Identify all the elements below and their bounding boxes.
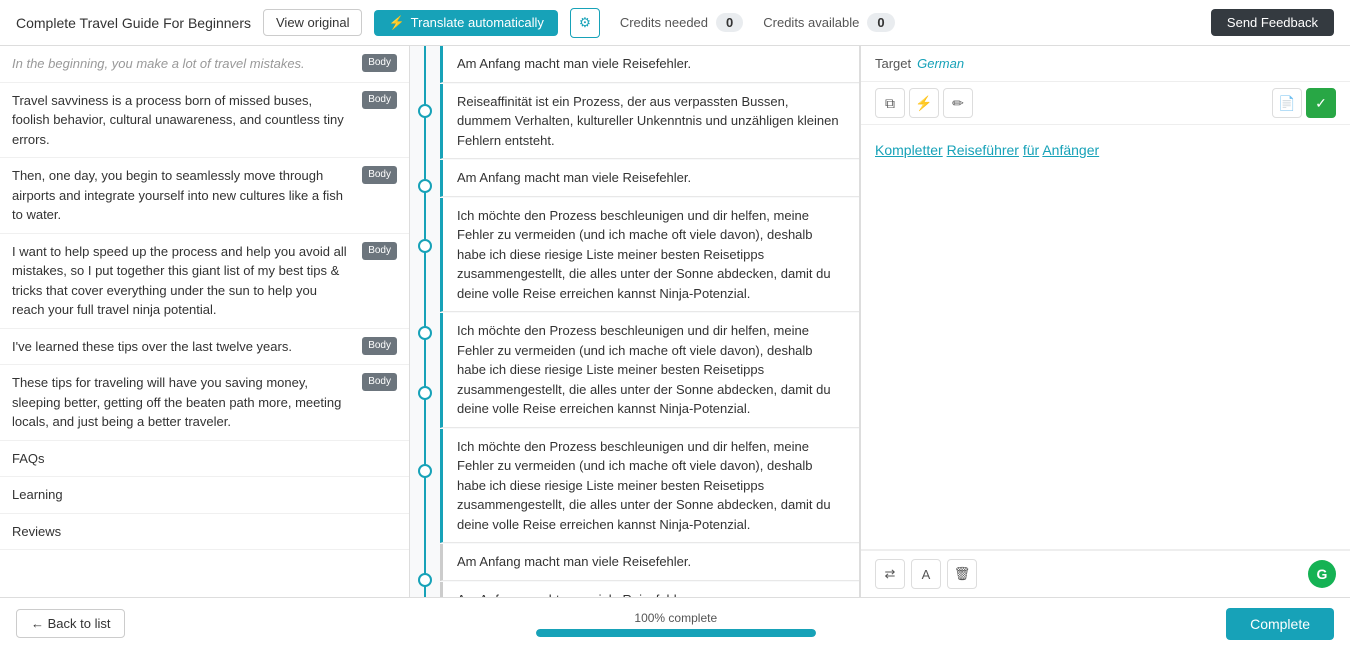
progress-bar-fill [536, 629, 816, 637]
delete-translation-button[interactable]: 🗑 [947, 559, 977, 589]
auto-translate-button[interactable]: ⚡ [909, 88, 939, 118]
body-badge: Body [362, 337, 397, 355]
timeline-dot [418, 326, 432, 340]
source-row: I've learned these tips over the last tw… [0, 329, 409, 366]
editor-link-1[interactable]: Kompletter [875, 142, 943, 158]
source-text: I want to help speed up the process and … [12, 242, 358, 320]
credits-needed-label: Credits needed [620, 15, 708, 30]
bolt-icon: ⚡ [388, 15, 404, 31]
timeline-dot [418, 104, 432, 118]
gear-icon: ⚙ [579, 15, 591, 31]
language-switch-button[interactable]: A [911, 559, 941, 589]
source-text: Reviews [12, 522, 397, 542]
document-view-button[interactable]: 📄 [1272, 88, 1302, 118]
editor-header: Target German [861, 46, 1350, 82]
source-row: I want to help speed up the process and … [0, 234, 409, 329]
clear-button[interactable]: ✏ [943, 88, 973, 118]
credits-available-section: Credits available 0 [763, 13, 894, 32]
body-badge: Body [362, 166, 397, 184]
editor-link-4[interactable]: Anfänger [1042, 142, 1099, 158]
translate-back-button[interactable]: ⇄ [875, 559, 905, 589]
translation-row[interactable]: Am Anfang macht man viele Reisefehler. [440, 582, 859, 598]
timeline-dots [410, 46, 440, 597]
credits-needed-section: Credits needed 0 [620, 13, 743, 32]
body-badge: Body [362, 91, 397, 109]
translation-row[interactable]: Reiseaffinität ist ein Prozess, der aus … [440, 84, 859, 160]
timeline-dot [418, 573, 432, 587]
progress-bar-background [536, 629, 816, 637]
source-row: Then, one day, you begin to seamlessly m… [0, 158, 409, 234]
source-text: In the beginning, you make a lot of trav… [12, 54, 358, 74]
translation-row[interactable]: Ich möchte den Prozess beschleunigen und… [440, 313, 859, 428]
back-to-list-button[interactable]: ← Back to list [16, 609, 125, 638]
target-label: Target [875, 56, 911, 71]
editor-content[interactable]: Kompletter Reiseführer für Anfänger [861, 125, 1350, 549]
credits-needed-value: 0 [716, 13, 743, 32]
timeline-dot [418, 239, 432, 253]
translate-automatically-button[interactable]: ⚡ Translate automatically [374, 10, 557, 36]
editor-link-2[interactable]: Reiseführer [947, 142, 1019, 158]
complete-button[interactable]: Complete [1226, 608, 1334, 640]
timeline-panel [410, 46, 440, 597]
editor-footer: ⇄ A 🗑 G [861, 550, 1350, 597]
translation-row[interactable]: Am Anfang macht man viele Reisefehler. [440, 544, 859, 581]
credits-available-value: 0 [867, 13, 894, 32]
source-text: I've learned these tips over the last tw… [12, 337, 358, 357]
source-text: Then, one day, you begin to seamlessly m… [12, 166, 358, 225]
editor-toolbar: ⧉ ⚡ ✏ 📄 ✓ [861, 82, 1350, 125]
credits-available-label: Credits available [763, 15, 859, 30]
translation-row[interactable]: Ich möchte den Prozess beschleunigen und… [440, 429, 859, 544]
body-badge: Body [362, 242, 397, 260]
editor-panel: Target German ⧉ ⚡ ✏ 📄 ✓ Kompletter Reise… [860, 46, 1350, 597]
source-text: FAQs [12, 449, 397, 469]
confirm-button[interactable]: ✓ [1306, 88, 1336, 118]
source-row: Learning [0, 477, 409, 514]
progress-section: 100% complete [165, 611, 1186, 637]
bottom-bar: ← Back to list 100% complete Complete [0, 597, 1350, 649]
body-badge: Body [362, 54, 397, 72]
target-language: German [917, 56, 964, 71]
main-content-area: In the beginning, you make a lot of trav… [0, 46, 1350, 597]
translation-row[interactable]: Am Anfang macht man viele Reisefehler. [440, 46, 859, 83]
copy-button[interactable]: ⧉ [875, 88, 905, 118]
source-row: FAQs [0, 441, 409, 478]
source-row: Travel savviness is a process born of mi… [0, 83, 409, 159]
source-text: Travel savviness is a process born of mi… [12, 91, 358, 150]
translation-row[interactable]: Ich möchte den Prozess beschleunigen und… [440, 198, 859, 313]
send-feedback-button[interactable]: Send Feedback [1211, 9, 1334, 36]
body-badge: Body [362, 373, 397, 391]
grammarly-icon: G [1308, 560, 1336, 588]
app-header: Complete Travel Guide For Beginners View… [0, 0, 1350, 46]
source-row: In the beginning, you make a lot of trav… [0, 46, 409, 83]
timeline-dot [418, 464, 432, 478]
progress-label: 100% complete [634, 611, 717, 625]
document-title: Complete Travel Guide For Beginners [16, 15, 251, 31]
source-text: These tips for traveling will have you s… [12, 373, 358, 432]
source-text: Learning [12, 485, 397, 505]
view-original-button[interactable]: View original [263, 9, 362, 36]
translation-panel: Am Anfang macht man viele Reisefehler.Re… [440, 46, 860, 597]
editor-link-3[interactable]: für [1023, 142, 1039, 158]
timeline-dot [418, 179, 432, 193]
source-row: These tips for traveling will have you s… [0, 365, 409, 441]
source-text-panel: In the beginning, you make a lot of trav… [0, 46, 410, 597]
source-row: Reviews [0, 514, 409, 551]
settings-button[interactable]: ⚙ [570, 8, 600, 38]
timeline-dot [418, 386, 432, 400]
translation-row[interactable]: Am Anfang macht man viele Reisefehler. [440, 160, 859, 197]
